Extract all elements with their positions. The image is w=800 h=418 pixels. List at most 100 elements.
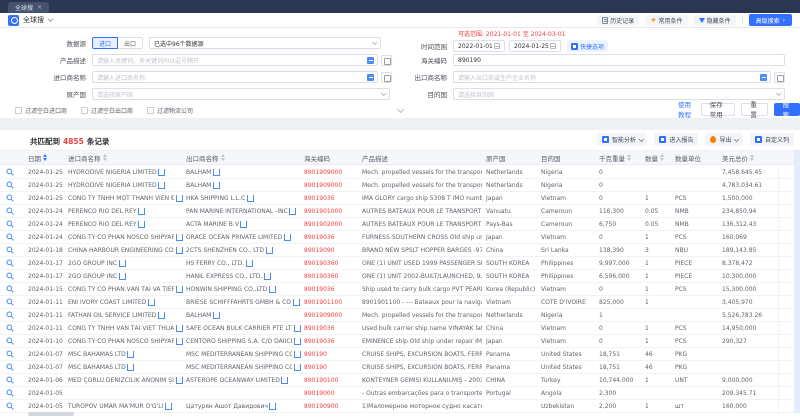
copy-icon[interactable] — [177, 325, 182, 331]
importer-name-link[interactable]: MSC BAHAMAS LTD — [68, 364, 126, 371]
copy-icon[interactable] — [149, 299, 154, 305]
hs-code-link[interactable]: 89019036 — [304, 286, 335, 293]
magnifier-icon[interactable] — [6, 350, 14, 358]
date-end-input[interactable]: 2024-01-25 — [509, 40, 561, 52]
importer-name-link[interactable]: MED ÇORLU DENİZCİLİK ANONİM ŞİRKETİ — [68, 377, 174, 384]
copy-icon[interactable] — [295, 325, 300, 331]
translate-icon[interactable] — [760, 74, 767, 81]
magnifier-icon[interactable] — [6, 298, 14, 306]
data-source-select[interactable]: 已选中96个数据源 — [149, 37, 381, 49]
importer-name-link[interactable]: CÔNG TY TNHH VẬN TẢI VIỆT THUẬN — [68, 325, 174, 332]
copy-icon[interactable] — [120, 260, 125, 266]
copy-icon[interactable] — [166, 403, 171, 409]
tab-close-icon[interactable]: × — [37, 4, 42, 11]
magnifier-icon[interactable] — [6, 246, 14, 254]
hs-code-link[interactable]: 8901909000 — [304, 312, 342, 319]
translate-icon[interactable] — [367, 57, 374, 64]
copy-icon[interactable] — [160, 169, 165, 175]
batch-input-icon[interactable] — [774, 72, 785, 83]
copy-icon[interactable] — [295, 351, 300, 357]
magnifier-icon[interactable] — [6, 194, 14, 202]
sort-icon[interactable] — [103, 154, 107, 161]
chevron-down-icon[interactable] — [48, 16, 54, 22]
copy-icon[interactable] — [295, 338, 300, 344]
importer-name-link[interactable]: FATHAN OIL SERVICE LIMITED — [68, 312, 156, 319]
col-date[interactable]: 日期 — [28, 153, 68, 163]
importer-name-link[interactable]: CÔNG TY CỔ PHẦN NOSCO SHIPYARD — [68, 234, 174, 241]
copy-icon[interactable] — [295, 364, 300, 370]
magnifier-icon[interactable] — [6, 324, 14, 332]
exporter-name-link[interactable]: SAFE OCEAN BULK CARRIER PTE LTD — [186, 325, 292, 332]
save-common-button[interactable]: 保存常用 — [701, 103, 736, 116]
col-kg-weight[interactable]: 千克重量 — [599, 153, 645, 163]
exporter-name-link[interactable]: 2CTS SHENZHEN CO., LTD — [186, 247, 264, 254]
importer-name-link[interactable]: PERENCO RIO DEL REY — [68, 221, 137, 228]
batch-input-icon[interactable] — [381, 55, 392, 66]
filter-logistics-checkbox[interactable]: 过滤物流公司 — [147, 106, 193, 115]
date-start-input[interactable]: 2022-01-01 — [453, 40, 505, 52]
magnifier-icon[interactable] — [6, 207, 14, 215]
magnifier-icon[interactable] — [6, 337, 14, 345]
export-button[interactable]: 导出 — [705, 133, 743, 146]
exporter-name-link[interactable]: BALHAM — [186, 312, 211, 319]
sort-icon[interactable] — [750, 154, 754, 161]
hs-code-link[interactable]: 8901901000 — [304, 208, 342, 215]
collapse-filters-chevron[interactable] — [397, 106, 404, 113]
magnifier-icon[interactable] — [6, 259, 14, 267]
importer-name-link[interactable]: HYDRODIVE NIGERIA LIMITED — [68, 182, 157, 189]
copy-icon[interactable] — [177, 286, 182, 292]
magnifier-icon[interactable] — [6, 220, 14, 228]
exporter-name-link[interactable]: BALHAM — [186, 169, 211, 176]
hs-code-link[interactable]: 890190900 — [304, 403, 338, 410]
importer-name-link[interactable]: MSC BAHAMAS LTD — [68, 351, 126, 358]
reset-button[interactable]: 重置 — [741, 103, 767, 116]
tab-global-search[interactable]: 全球搜 × — [8, 2, 49, 13]
hs-code-link[interactable]: 8901902000 — [304, 221, 342, 228]
common-conditions-button[interactable]: ★ 常用条件 — [645, 15, 687, 26]
magnifier-icon[interactable] — [6, 181, 14, 189]
copy-icon[interactable] — [129, 364, 134, 370]
copy-icon[interactable] — [140, 221, 145, 227]
copy-icon[interactable] — [267, 247, 272, 253]
importer-name-link[interactable]: HYDRODIVE NIGERIA LIMITED — [68, 169, 157, 176]
magnifier-icon[interactable] — [6, 311, 14, 319]
copy-icon[interactable] — [160, 182, 165, 188]
import-toggle[interactable]: 进口 — [92, 37, 118, 49]
hs-code-link[interactable]: 8901909000 — [304, 169, 342, 176]
exporter-name-link[interactable]: ASTEROPE OCEANWAY LIMITED — [186, 377, 280, 384]
hs-code-link[interactable]: 890190 — [304, 364, 327, 371]
col-exporter[interactable]: 出口商名称 — [186, 153, 304, 163]
importer-name-link[interactable]: 2GO GROUP INC — [68, 273, 117, 280]
importer-name-link[interactable]: CÔNG TY CỔ PHẦN VẬN TẢI VÀ TIẾP VẬN P — [68, 286, 174, 293]
hs-code-link[interactable]: 89019036 — [304, 195, 335, 202]
exporter-name-link[interactable]: GRACE OCEAN PRIVATE LIMITED — [186, 234, 282, 241]
product-desc-input[interactable]: 请输入关键词，多关键词间以逗号隔开 — [92, 54, 378, 66]
horizontal-scrollbar-thumb[interactable] — [28, 412, 74, 416]
dest-country-select[interactable]: 请选择目的国 — [453, 88, 785, 100]
sort-icon[interactable] — [43, 154, 47, 161]
copy-icon[interactable] — [285, 234, 290, 240]
sort-icon[interactable] — [221, 154, 225, 161]
tutorial-link[interactable]: 使用教程 — [678, 99, 695, 119]
exporter-name-link[interactable]: HANIL EXPRESS CO., LTD. — [186, 273, 262, 280]
advanced-search-button[interactable]: 高级搜索› — [749, 14, 792, 26]
exporter-name-link[interactable]: Цатурян Ашот Давидович — [186, 403, 268, 410]
magnifier-icon[interactable] — [6, 376, 14, 384]
batch-input-icon[interactable] — [381, 72, 392, 83]
custom-columns-button[interactable]: 自定义列 — [750, 133, 794, 146]
magnifier-icon[interactable] — [6, 233, 14, 241]
copy-icon[interactable] — [294, 299, 299, 305]
enter-report-button[interactable]: 进入报告 — [654, 133, 698, 146]
importer-name-link[interactable]: TUROPOV UMAR MA'MUR O'G'LI — [68, 403, 163, 410]
importer-name-link[interactable]: CÔNG TY CỔ PHẦN NOSCO SHIPYARD — [68, 338, 174, 345]
copy-icon[interactable] — [248, 195, 253, 201]
hs-code-input[interactable]: 890190 — [453, 54, 785, 66]
magnifier-icon[interactable] — [6, 272, 14, 280]
exporter-name-link[interactable]: CENTORO SHIPPING S.A. C/O DAIICHI CHU — [186, 338, 292, 345]
copy-icon[interactable] — [214, 312, 219, 318]
copy-icon[interactable] — [177, 338, 182, 344]
exporter-name-link[interactable]: HS FERRY CO., LTD. — [186, 260, 244, 267]
copy-icon[interactable] — [242, 221, 247, 227]
copy-icon[interactable] — [159, 312, 164, 318]
importer-input[interactable]: 请输入进口商名称 — [92, 71, 378, 83]
